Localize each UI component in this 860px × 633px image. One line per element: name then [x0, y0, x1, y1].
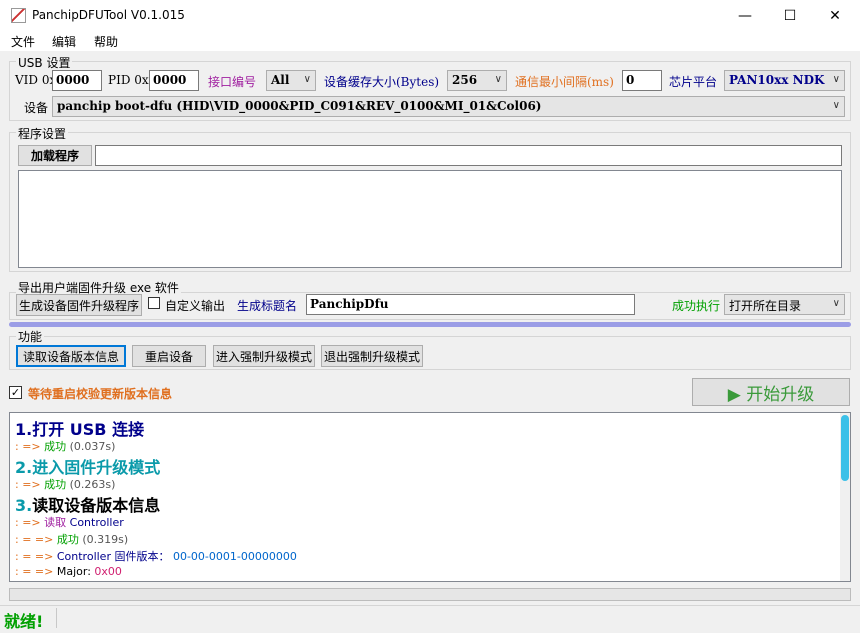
- chip-select-value: PAN10xx NDK: [729, 73, 825, 87]
- close-button[interactable]: ✕: [812, 0, 858, 31]
- port-select[interactable]: All ∨: [266, 70, 316, 91]
- menu-edit[interactable]: 编辑: [52, 33, 76, 50]
- port-label: 接口编号: [208, 75, 257, 89]
- app-icon: [11, 8, 26, 23]
- restart-device-button[interactable]: 重启设备: [132, 345, 206, 367]
- chevron-down-icon: ∨: [832, 298, 840, 309]
- read-version-button[interactable]: 读取设备版本信息: [16, 345, 126, 367]
- custom-output-checkbox[interactable]: [148, 297, 160, 309]
- status-bar: [0, 605, 860, 633]
- buffer-select-value: 256: [452, 73, 478, 87]
- device-select[interactable]: panchip boot-dfu (HID\VID_0000&PID_C091&…: [52, 96, 845, 117]
- program-path-input[interactable]: [95, 145, 842, 166]
- accent-divider: [9, 322, 851, 327]
- functions-label: 功能: [16, 328, 45, 345]
- log-line: : => 读取 Controller: [15, 516, 124, 529]
- menu-help[interactable]: 帮助: [94, 33, 118, 50]
- pid-input[interactable]: 0000: [149, 70, 199, 91]
- chevron-down-icon: ∨: [494, 74, 502, 85]
- log-line: : = => Major: 0x00: [15, 565, 122, 578]
- window-title: PanchipDFUTool V0.1.015: [32, 8, 185, 22]
- enter-force-upgrade-button[interactable]: 进入强制升级模式: [213, 345, 315, 367]
- log-panel[interactable]: 1.打开 USB 连接 : => 成功 (0.037s) 2.进入固件升级模式 …: [9, 412, 851, 582]
- title-name-label: 生成标题名: [237, 299, 298, 313]
- log-line: 3.读取设备版本信息: [15, 496, 161, 515]
- log-line: : = => 成功 (0.319s): [15, 533, 129, 546]
- log-line: 2.进入固件升级模式: [15, 458, 161, 477]
- chevron-down-icon: ∨: [303, 74, 311, 85]
- status-text: 就绪!: [4, 612, 44, 631]
- log-scrollbar-thumb[interactable]: [841, 415, 849, 481]
- wait-check-label: 等待重启校验更新版本信息: [28, 387, 173, 401]
- title-name-input[interactable]: PanchipDfu: [306, 294, 635, 315]
- chevron-down-icon: ∨: [832, 74, 840, 85]
- log-scrollbar[interactable]: [840, 413, 850, 581]
- menu-bar: [0, 31, 860, 51]
- success-action-value: 打开所在目录: [729, 299, 802, 313]
- exit-force-upgrade-button[interactable]: 退出强制升级模式: [321, 345, 423, 367]
- maximize-button[interactable]: ☐: [767, 0, 813, 31]
- chevron-down-icon: ∨: [832, 100, 840, 111]
- wait-check-checkbox[interactable]: ✓: [9, 386, 22, 399]
- minimize-button[interactable]: —: [722, 0, 768, 31]
- log-line: : => 成功 (0.263s): [15, 478, 116, 491]
- buffer-label: 设备缓存大小(Bytes): [324, 75, 440, 89]
- log-line: : = => Controller 固件版本： 00-00-0001-00000…: [15, 550, 297, 563]
- log-line: 1.打开 USB 连接: [15, 420, 145, 439]
- buffer-select[interactable]: 256 ∨: [447, 70, 507, 91]
- status-divider: [56, 608, 57, 628]
- custom-output-label: 自定义输出: [165, 299, 226, 313]
- log-line: : => 成功 (0.037s): [15, 440, 116, 453]
- progress-bar: [9, 588, 851, 601]
- device-select-value: panchip boot-dfu (HID\VID_0000&PID_C091&…: [57, 99, 542, 113]
- interval-label: 通信最小间隔(ms): [515, 75, 614, 89]
- program-settings-label: 程序设置: [16, 125, 69, 142]
- chip-select[interactable]: PAN10xx NDK ∨: [724, 70, 845, 91]
- device-label: 设备: [24, 101, 49, 115]
- load-program-button[interactable]: 加载程序: [18, 145, 92, 166]
- success-action-label: 成功执行: [672, 299, 721, 313]
- success-action-select[interactable]: 打开所在目录 ∨: [724, 294, 845, 315]
- pid-label: PID 0x: [108, 73, 149, 87]
- usb-settings-label: USB 设置: [16, 54, 73, 71]
- chip-label: 芯片平台: [669, 75, 718, 89]
- vid-label: VID 0x: [15, 73, 57, 87]
- generate-upgrade-program-button[interactable]: 生成设备固件升级程序: [16, 294, 142, 316]
- menu-file[interactable]: 文件: [11, 33, 35, 50]
- program-info-textarea[interactable]: [18, 170, 842, 268]
- vid-input[interactable]: 0000: [52, 70, 102, 91]
- port-select-value: All: [271, 73, 290, 87]
- start-upgrade-button[interactable]: ▶ 开始升级: [692, 378, 850, 406]
- interval-input[interactable]: 0: [622, 70, 662, 91]
